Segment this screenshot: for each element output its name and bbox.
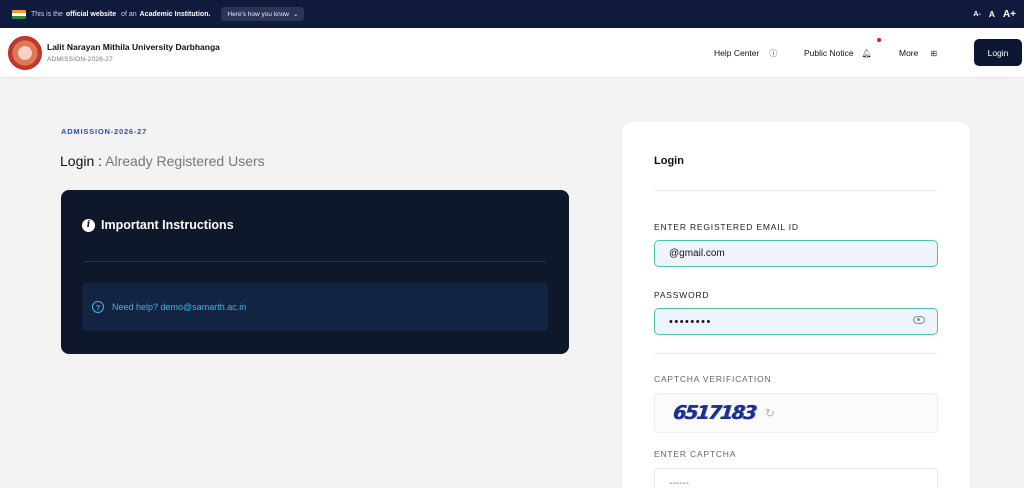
admission-label: ADMISSION-2026-27 [61, 127, 148, 136]
question-circle-icon: ? [92, 301, 104, 313]
form-divider [654, 353, 938, 354]
help-email-link[interactable]: Need help? demo@samarth.ac.in [112, 302, 246, 312]
question-circle-icon: ⓘ [769, 48, 778, 58]
enter-captcha-label: ENTER CAPTCHA [654, 449, 737, 459]
more-label: More [899, 48, 919, 58]
official-site-notice: This is the official website of an Academi… [31, 11, 213, 18]
font-decrease-button[interactable]: A- [973, 11, 980, 18]
notice-prefix: This is the [31, 10, 63, 18]
info-icon: i [82, 218, 95, 232]
instructions-card: i Important Instructions ? Need help? de… [61, 190, 569, 354]
header-login-button[interactable]: Login [974, 39, 1022, 66]
heres-how-you-know-button[interactable]: Here's how you know ⌄ [221, 7, 305, 21]
public-notice-label: Public Notice [804, 48, 854, 58]
chevron-down-icon: ⌄ [293, 11, 299, 18]
password-label: PASSWORD [654, 290, 710, 300]
page-title-main: Login : [60, 153, 106, 169]
captcha-box: 6517183 ↻ [654, 393, 938, 433]
font-size-controls: A- A A+ [973, 0, 1016, 28]
more-menu[interactable]: More ⊞ [899, 28, 937, 78]
public-notice-link[interactable]: Public Notice 🔔︎ [804, 28, 872, 78]
password-value: •••••••• [669, 315, 712, 328]
login-form-title: Login [654, 155, 684, 167]
password-field[interactable]: •••••••• [654, 308, 938, 335]
university-name[interactable]: Lalit Narayan Mithila University Darbhan… [47, 42, 220, 52]
session-label: ADMISSION-2026-27 [47, 56, 113, 63]
instructions-heading: i Important Instructions [82, 218, 234, 232]
help-center-link[interactable]: Help Center ⓘ [714, 28, 777, 78]
notice-of-an: of an [121, 10, 137, 18]
login-panel: Login ENTER REGISTERED EMAIL ID @gmail.c… [622, 122, 970, 488]
page-title-sub: Already Registered Users [105, 153, 265, 169]
email-label: ENTER REGISTERED EMAIL ID [654, 222, 799, 232]
captcha-input[interactable] [654, 468, 938, 488]
font-increase-button[interactable]: A+ [1003, 9, 1016, 20]
help-contact-box: ? Need help? demo@samarth.ac.in [82, 283, 548, 331]
site-header: Lalit Narayan Mithila University Darbhan… [0, 28, 1024, 78]
bell-icon: 🔔︎ [861, 48, 872, 58]
form-divider [654, 190, 938, 191]
eye-icon[interactable] [913, 316, 925, 324]
email-value: @gmail.com [669, 248, 725, 259]
instructions-divider [84, 261, 546, 262]
captcha-image: 6517183 [671, 402, 757, 424]
notice-institution: Academic Institution. [139, 10, 211, 18]
know-button-label: Here's how you know [227, 10, 289, 18]
instructions-title: Important Instructions [101, 218, 234, 232]
india-flag-icon [12, 9, 26, 19]
notification-dot [877, 38, 881, 42]
gov-notice-bar: This is the official website of an Academi… [0, 0, 1024, 28]
page-title: Login : Already Registered Users [60, 153, 265, 169]
font-normal-button[interactable]: A [989, 9, 995, 19]
university-logo[interactable] [8, 36, 42, 70]
grid-icon: ⊞ [930, 48, 938, 58]
email-field[interactable]: @gmail.com [654, 240, 938, 267]
help-center-label: Help Center [714, 48, 760, 58]
notice-official: official website [65, 10, 117, 18]
captcha-label: CAPTCHA VERIFICATION [654, 374, 772, 384]
refresh-icon[interactable]: ↻ [765, 406, 775, 420]
